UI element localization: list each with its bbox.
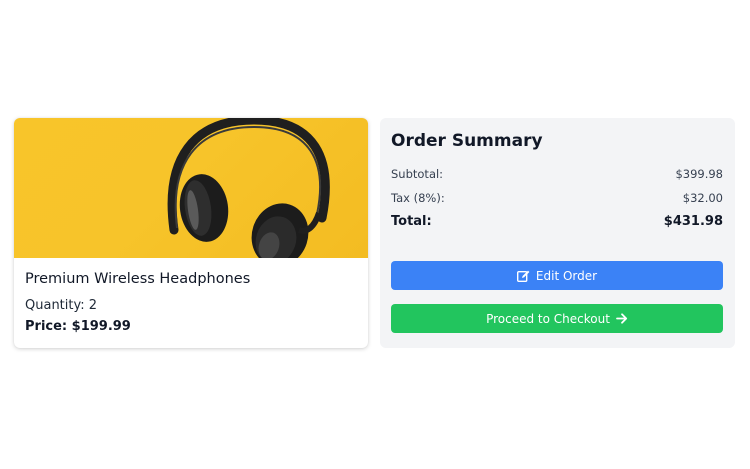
proceed-to-checkout-button[interactable]: Proceed to Checkout (391, 304, 723, 333)
product-name: Premium Wireless Headphones (25, 271, 251, 287)
edit-order-label: Edit Order (535, 268, 598, 283)
subtotal-value: $399.98 (675, 167, 723, 181)
subtotal-label: Subtotal: (391, 167, 444, 181)
product-image (14, 118, 368, 258)
tax-value: $32.00 (682, 191, 723, 205)
edit-order-button[interactable]: Edit Order (391, 261, 723, 290)
page: Premium Wireless Headphones Quantity: 2 … (0, 0, 750, 469)
product-price: Price: $199.99 (25, 319, 131, 334)
tax-row: Tax (8%): $32.00 (391, 191, 723, 205)
checkout-label: Proceed to Checkout (486, 311, 610, 326)
subtotal-row: Subtotal: $399.98 (391, 167, 723, 181)
total-label: Total: (391, 214, 432, 229)
product-card: Premium Wireless Headphones Quantity: 2 … (14, 118, 368, 348)
headphones-illustration (167, 118, 330, 258)
tax-label: Tax (8%): (391, 191, 445, 205)
total-row: Total: $431.98 (391, 214, 723, 229)
total-value: $431.98 (663, 214, 723, 229)
edit-icon (516, 270, 530, 282)
order-summary-panel: Order Summary Subtotal: $399.98 Tax (8%)… (380, 118, 735, 348)
product-quantity: Quantity: 2 (25, 298, 98, 313)
arrow-right-icon (616, 313, 628, 324)
order-summary-title: Order Summary (391, 131, 543, 151)
